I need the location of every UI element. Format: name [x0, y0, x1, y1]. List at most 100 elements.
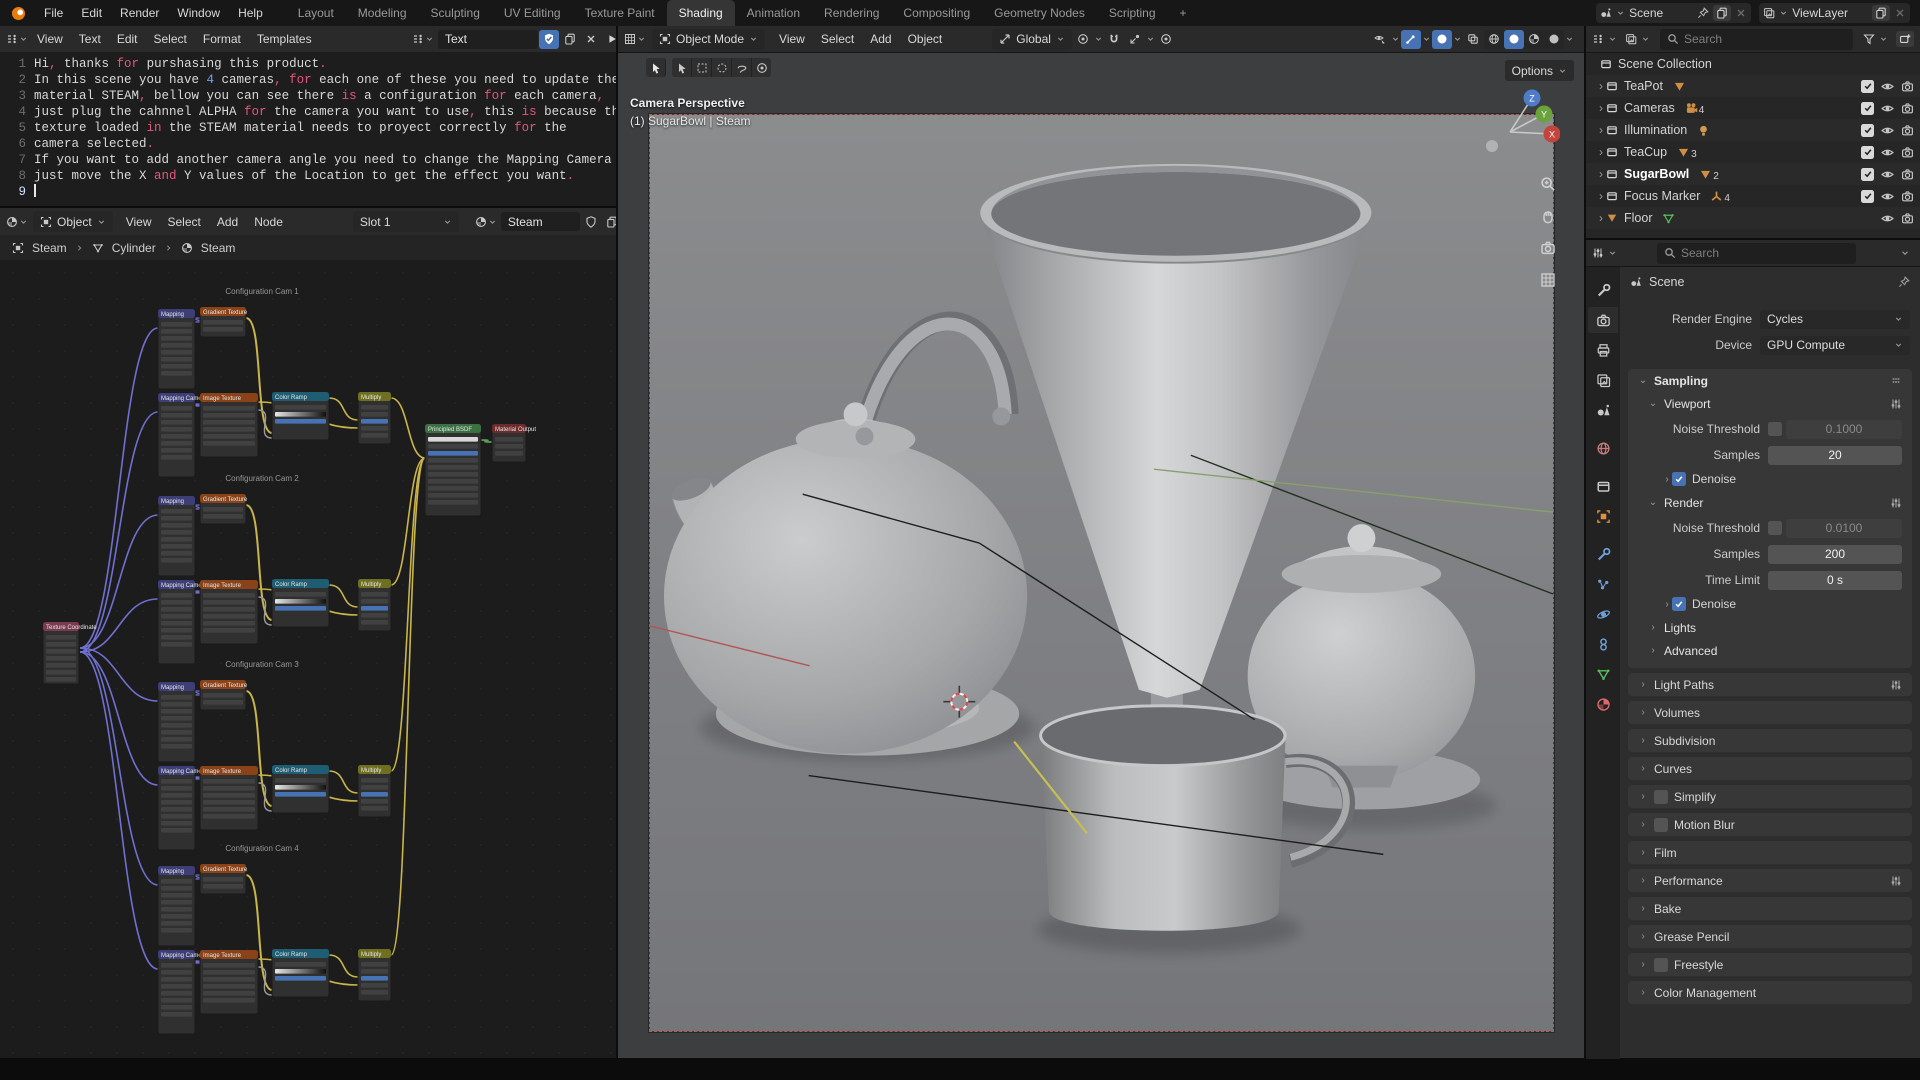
- viewport-subpanel-header[interactable]: ⌄Viewport: [1628, 392, 1912, 415]
- text-menu-text[interactable]: Text: [71, 26, 109, 52]
- viewport-menu-object[interactable]: Object: [900, 26, 951, 52]
- visibility-dropdown-button[interactable]: [1370, 30, 1390, 49]
- shader-node-mapping-3[interactable]: Mapping: [158, 682, 195, 762]
- properties-tab-render[interactable]: [1588, 307, 1618, 333]
- expand-icon[interactable]: ›: [1596, 167, 1606, 181]
- exclude-checkbox[interactable]: [1861, 190, 1874, 203]
- properties-tab-scene[interactable]: [1588, 397, 1618, 423]
- outliner-row-illumination[interactable]: ›Illumination: [1586, 119, 1920, 141]
- hide-eye-toggle[interactable]: [1881, 124, 1894, 137]
- breadcrumb-mesh[interactable]: Cylinder: [112, 241, 156, 255]
- shader-node-mapping-4[interactable]: Mapping: [158, 866, 195, 946]
- pin-icon[interactable]: [1898, 276, 1910, 288]
- select-circle-tool-button[interactable]: [712, 58, 732, 77]
- divider-outliner-properties[interactable]: [1586, 238, 1920, 240]
- text-name-field[interactable]: Text: [438, 30, 538, 49]
- breadcrumb-material[interactable]: Steam: [201, 241, 236, 255]
- panel-subdivision[interactable]: ›Subdivision: [1628, 729, 1912, 752]
- panel-enable-checkbox[interactable]: [1654, 818, 1668, 832]
- properties-tab-particles[interactable]: [1588, 571, 1618, 597]
- pin-icon[interactable]: [1697, 7, 1709, 19]
- shader-node-gradient-texture-2[interactable]: Gradient Texture: [200, 494, 248, 524]
- properties-tab-output[interactable]: [1588, 337, 1618, 363]
- denoise-checkbox[interactable]: [1672, 597, 1686, 611]
- divider-text-shader[interactable]: [0, 206, 616, 208]
- render-visibility-toggle[interactable]: [1901, 102, 1914, 115]
- text-menu-templates[interactable]: Templates: [249, 26, 320, 52]
- ortho-grid-button[interactable]: [1540, 272, 1556, 288]
- shader-node-multiply-1[interactable]: Multiply: [358, 392, 391, 444]
- tweak-tool-button[interactable]: [672, 58, 692, 77]
- viewport-options-dropdown[interactable]: Options: [1505, 60, 1574, 81]
- select-lasso-tool-button[interactable]: [732, 58, 752, 77]
- properties-tab-material[interactable]: [1588, 691, 1618, 717]
- properties-tab-viewlayer[interactable]: [1588, 367, 1618, 393]
- workspace-tab-animation[interactable]: Animation: [735, 0, 812, 26]
- shader-menu-node[interactable]: Node: [246, 208, 291, 235]
- exclude-checkbox[interactable]: [1861, 168, 1874, 181]
- outliner-viewlayer-icon[interactable]: [1625, 33, 1637, 45]
- outliner-row-scene-collection[interactable]: Scene Collection: [1586, 53, 1920, 75]
- panel-bake[interactable]: ›Bake: [1628, 897, 1912, 920]
- expand-icon[interactable]: ›: [1596, 123, 1606, 137]
- workspace-tab-compositing[interactable]: Compositing: [891, 0, 982, 26]
- xray-toggle-button[interactable]: [1463, 30, 1483, 49]
- menu-render[interactable]: Render: [111, 0, 168, 26]
- enable-checkbox[interactable]: [1768, 422, 1782, 436]
- hide-eye-toggle[interactable]: [1881, 102, 1894, 115]
- value-field[interactable]: 0.0100: [1786, 519, 1902, 538]
- properties-tab-modifiers[interactable]: [1588, 541, 1618, 567]
- shader-node-multiply-3[interactable]: Multiply: [358, 765, 391, 817]
- outliner-row-sugarbowl[interactable]: ›SugarBowl2: [1586, 163, 1920, 185]
- shader-node-mapping-2[interactable]: Mapping: [158, 496, 195, 576]
- new-scene-button[interactable]: [1713, 5, 1731, 21]
- workspace-tab-texture-paint[interactable]: Texture Paint: [573, 0, 667, 26]
- shader-menu-select[interactable]: Select: [159, 208, 208, 235]
- expand-icon[interactable]: ›: [1596, 145, 1606, 159]
- material-slot-dropdown[interactable]: Slot 1: [353, 211, 459, 232]
- properties-search-input[interactable]: Search: [1657, 243, 1856, 264]
- shader-node-image-texture-3[interactable]: Image Texture: [200, 766, 258, 830]
- workspace-tab-layout[interactable]: Layout: [286, 0, 346, 26]
- render-visibility-toggle[interactable]: [1901, 80, 1914, 93]
- denoise-checkbox[interactable]: [1672, 472, 1686, 486]
- panel-enable-checkbox[interactable]: [1654, 958, 1668, 972]
- shader-node-multiply-4[interactable]: Multiply: [358, 949, 391, 1001]
- text-menu-view[interactable]: View: [29, 26, 71, 52]
- value-field[interactable]: 0.1000: [1786, 420, 1902, 439]
- subpanel-lights[interactable]: ›Lights: [1628, 616, 1912, 639]
- expand-icon[interactable]: ›: [1596, 79, 1606, 93]
- hide-eye-toggle[interactable]: [1881, 146, 1894, 159]
- shader-node-color-ramp-3[interactable]: Color Ramp: [272, 765, 329, 813]
- shader-node-image-texture-4[interactable]: Image Texture: [200, 950, 258, 1014]
- outliner-search-input[interactable]: Search: [1660, 29, 1853, 50]
- shading-rendered-button[interactable]: [1544, 30, 1564, 49]
- mode-dropdown[interactable]: Object Mode: [652, 29, 765, 50]
- panel-volumes[interactable]: ›Volumes: [1628, 701, 1912, 724]
- render-engine-dropdown[interactable]: Cycles: [1760, 310, 1910, 329]
- value-field[interactable]: 20: [1768, 446, 1902, 465]
- properties-options-icon[interactable]: [1900, 247, 1910, 259]
- node-editor-canvas[interactable]: Configuration Cam 1MappingGradient Textu…: [0, 260, 616, 1058]
- outliner-row-focus-marker[interactable]: ›Focus Marker4: [1586, 185, 1920, 207]
- text-datablock-icon[interactable]: [412, 33, 424, 45]
- shader-node-image-texture-1[interactable]: Image Texture: [200, 393, 258, 457]
- remove-viewlayer-icon[interactable]: [1894, 7, 1906, 19]
- proportional-edit-button[interactable]: [1156, 30, 1176, 49]
- render-visibility-toggle[interactable]: [1901, 168, 1914, 181]
- shader-node-color-ramp-2[interactable]: Color Ramp: [272, 579, 329, 627]
- render-subpanel-header[interactable]: ⌄Render: [1628, 491, 1912, 514]
- new-text-button[interactable]: [560, 30, 580, 49]
- camera-view-button[interactable]: [1540, 240, 1556, 256]
- menu-edit[interactable]: Edit: [72, 0, 111, 26]
- expand-icon[interactable]: ›: [1596, 101, 1606, 115]
- properties-tab-constraints[interactable]: [1588, 631, 1618, 657]
- workspace-tab-scripting[interactable]: Scripting: [1097, 0, 1168, 26]
- menu-file[interactable]: File: [35, 0, 72, 26]
- outliner-row-teacup[interactable]: ›TeaCup3: [1586, 141, 1920, 163]
- properties-editor-type-icon[interactable]: [1592, 247, 1604, 259]
- viewport-menu-view[interactable]: View: [771, 26, 813, 52]
- render-visibility-toggle[interactable]: [1901, 190, 1914, 203]
- device-dropdown[interactable]: GPU Compute: [1760, 336, 1910, 355]
- shader-node-principled-bsdf[interactable]: Principled BSDF: [425, 424, 481, 516]
